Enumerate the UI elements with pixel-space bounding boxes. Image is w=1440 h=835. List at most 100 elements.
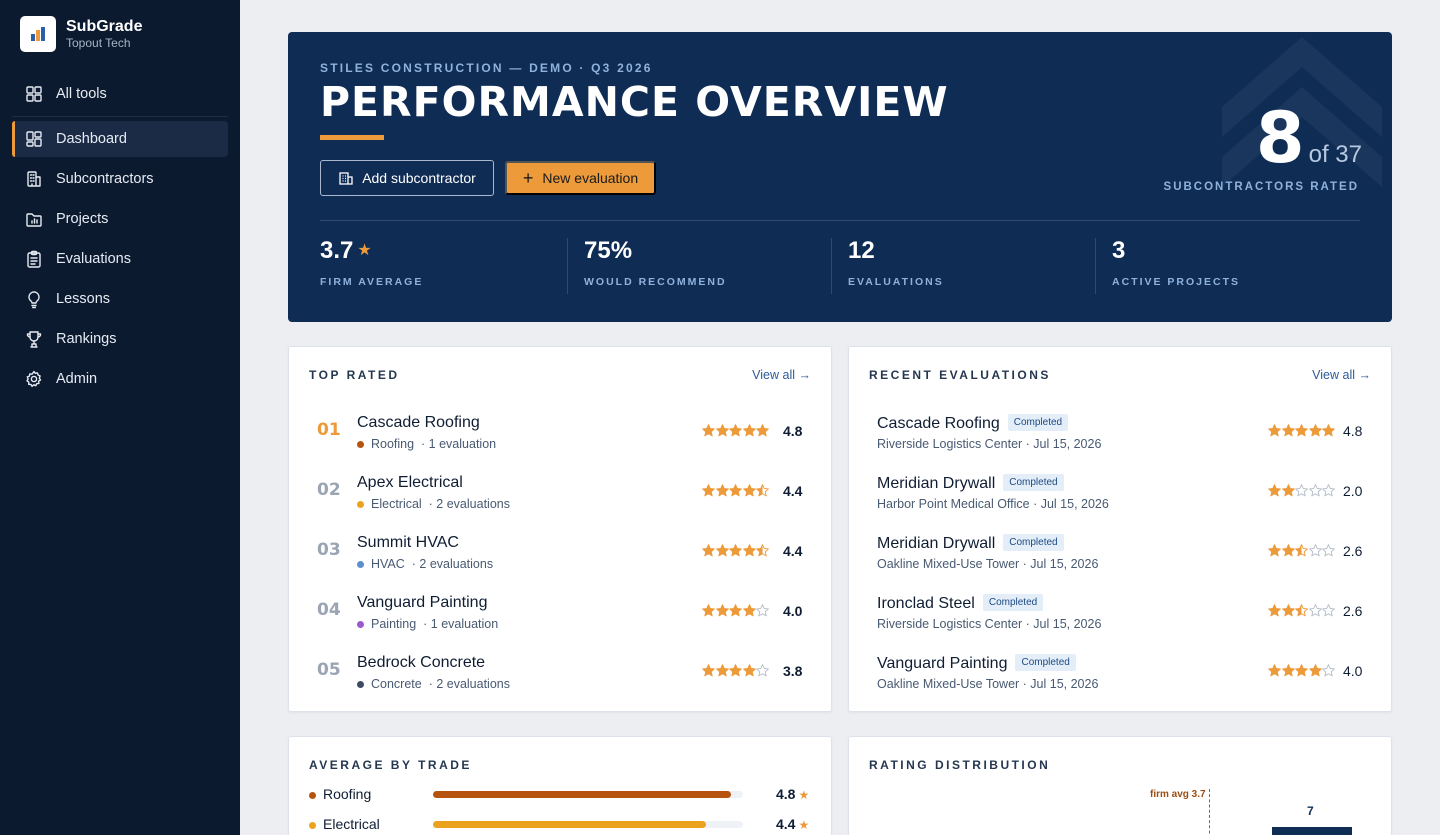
sidebar-item-dashboard[interactable]: Dashboard bbox=[12, 121, 228, 157]
plus-icon: + bbox=[522, 168, 534, 188]
star-empty-icon bbox=[1308, 544, 1322, 557]
evaluation-row[interactable]: Vanguard Painting Completed Oakline Mixed-… bbox=[849, 648, 1391, 708]
top-rated-row[interactable]: 04 Vanguard Painting Painting · 1 evaluati… bbox=[289, 588, 831, 648]
lightbulb-icon bbox=[28, 291, 40, 309]
evaluation-detail: Riverside Logistics Center · Jul 15, 202… bbox=[877, 617, 1102, 631]
trade-color-dot bbox=[357, 440, 364, 448]
rating-score: 4.8 bbox=[1343, 423, 1363, 439]
evaluation-row[interactable]: Cascade Roofing Completed Riverside Logist… bbox=[849, 408, 1391, 468]
top-rated-row[interactable]: 05 Bedrock Concrete Concrete · 2 evaluatio… bbox=[289, 648, 831, 708]
star-half-icon bbox=[756, 484, 769, 497]
rank-number: 05 bbox=[317, 660, 341, 680]
star-rating bbox=[702, 604, 770, 617]
app-logo bbox=[20, 16, 56, 52]
evaluation-detail: Oakline Mixed-Use Tower · Jul 15, 2026 bbox=[877, 557, 1099, 571]
evaluation-count: · 2 evaluations bbox=[428, 677, 510, 691]
stat-firm-average: 3.7 ★ FIRM AVERAGE bbox=[320, 238, 423, 294]
rating-score: 2.6 bbox=[1343, 543, 1363, 559]
sidebar-item-all-tools[interactable]: All tools bbox=[12, 76, 228, 112]
star-half-icon bbox=[756, 544, 769, 557]
trade-color-dot bbox=[357, 560, 364, 568]
top-rated-view-all-link[interactable]: View all → bbox=[752, 368, 811, 382]
sidebar-item-projects[interactable]: Projects bbox=[12, 201, 228, 237]
add-subcontractor-button[interactable]: Add subcontractor bbox=[320, 160, 494, 196]
star-half-icon bbox=[1295, 604, 1308, 617]
trade-bar-track bbox=[433, 821, 743, 828]
top-rated-row[interactable]: 02 Apex Electrical Electrical · 2 evaluati… bbox=[289, 468, 831, 528]
star-empty-icon bbox=[1322, 544, 1335, 557]
top-rated-row[interactable]: 03 Summit HVAC HVAC · 2 evaluations 4.4 bbox=[289, 528, 831, 588]
trade-name: Roofing bbox=[323, 786, 372, 802]
sidebar-item-evaluations[interactable]: Evaluations bbox=[12, 241, 228, 277]
star-filled-icon bbox=[715, 664, 729, 677]
trade-name: Painting bbox=[371, 617, 417, 631]
star-half-icon bbox=[1295, 544, 1308, 557]
star-filled-icon bbox=[1308, 424, 1322, 437]
star-rating bbox=[702, 544, 770, 557]
star-filled-icon bbox=[1268, 544, 1281, 557]
new-evaluation-button[interactable]: + New evaluation bbox=[505, 161, 656, 195]
star-filled-icon bbox=[1308, 664, 1322, 677]
title-underline bbox=[320, 135, 384, 140]
sidebar-nav: All tools Dashboard Subcontractors Projects… bbox=[12, 76, 228, 401]
subcontractor-name: Summit HVAC bbox=[357, 534, 459, 551]
subcontractor-name: Vanguard Painting bbox=[877, 655, 1008, 672]
rated-count-display: 8 of 37 bbox=[1256, 98, 1362, 178]
star-filled-icon bbox=[715, 424, 729, 437]
trade-name: Electrical bbox=[371, 497, 422, 511]
brand[interactable]: SubGrade Topout Tech bbox=[20, 16, 142, 52]
clipboard-icon bbox=[27, 250, 41, 268]
firm-average-marker-label: firm avg 3.7 bbox=[1150, 789, 1206, 800]
building-icon bbox=[339, 172, 353, 185]
evaluation-detail: Riverside Logistics Center · Jul 15, 202… bbox=[877, 437, 1102, 451]
star-icon: ★ bbox=[798, 818, 810, 832]
status-badge: Completed bbox=[1015, 654, 1076, 671]
top-rated-row[interactable]: 01 Cascade Roofing Roofing · 1 evaluation 4… bbox=[289, 408, 831, 468]
evaluation-row[interactable]: Ironclad Steel Completed Riverside Logisti… bbox=[849, 588, 1391, 648]
status-badge: Completed bbox=[1003, 534, 1064, 551]
rating-distribution-card: RATING DISTRIBUTION firm avg 3.7 7 bbox=[848, 736, 1392, 835]
top-rated-title: TOP RATED bbox=[309, 368, 400, 382]
trade-name: Concrete bbox=[371, 677, 422, 691]
star-empty-icon bbox=[756, 664, 769, 677]
subcontractor-name: Meridian Drywall bbox=[877, 475, 996, 492]
sidebar-item-rankings[interactable]: Rankings bbox=[12, 321, 228, 357]
star-filled-icon bbox=[702, 424, 715, 437]
star-filled-icon bbox=[742, 604, 756, 617]
star-icon: ★ bbox=[798, 788, 810, 802]
trade-color-dot bbox=[357, 500, 364, 508]
stat-value: 12 bbox=[848, 237, 875, 264]
sidebar-item-label: Subcontractors bbox=[56, 171, 154, 187]
bar-chart-logo-icon bbox=[31, 27, 45, 41]
recent-evaluations-title: RECENT EVALUATIONS bbox=[869, 368, 1051, 382]
evaluation-row[interactable]: Meridian Drywall Completed Oakline Mixed-U… bbox=[849, 528, 1391, 588]
star-filled-icon bbox=[742, 484, 756, 497]
evaluation-count: · 2 evaluations bbox=[411, 557, 494, 571]
average-by-trade-title: AVERAGE BY TRADE bbox=[309, 758, 472, 772]
sidebar-item-subcontractors[interactable]: Subcontractors bbox=[12, 161, 228, 197]
dashboard-icon bbox=[26, 131, 42, 147]
performance-hero: STILES CONSTRUCTION — DEMO · Q3 2026 PER… bbox=[288, 32, 1392, 322]
sidebar-item-lessons[interactable]: Lessons bbox=[12, 281, 228, 317]
rating-score: 2.6 bbox=[1343, 603, 1363, 619]
trade-bar-track bbox=[433, 791, 743, 798]
evaluation-count: · 1 evaluation bbox=[423, 617, 499, 631]
trade-bar-fill bbox=[433, 821, 706, 828]
star-filled-icon bbox=[742, 424, 756, 437]
sidebar-item-admin[interactable]: Admin bbox=[12, 361, 228, 397]
distribution-bar bbox=[1272, 827, 1352, 835]
star-filled-icon bbox=[756, 424, 769, 437]
recent-evaluations-view-all-link[interactable]: View all → bbox=[1312, 368, 1371, 382]
star-filled-icon bbox=[702, 604, 715, 617]
evaluation-count: · 1 evaluation bbox=[421, 437, 497, 451]
stat-divider bbox=[831, 238, 832, 294]
stat-label: ACTIVE PROJECTS bbox=[1112, 276, 1241, 288]
star-filled-icon bbox=[1268, 664, 1281, 677]
star-filled-icon bbox=[715, 484, 729, 497]
trade-name: Roofing bbox=[371, 437, 415, 451]
trade-color-dot bbox=[309, 822, 316, 829]
star-rating bbox=[702, 424, 770, 437]
rank-number: 02 bbox=[317, 480, 341, 500]
trade-bar-fill bbox=[433, 791, 731, 798]
evaluation-row[interactable]: Meridian Drywall Completed Harbor Point Me… bbox=[849, 468, 1391, 528]
